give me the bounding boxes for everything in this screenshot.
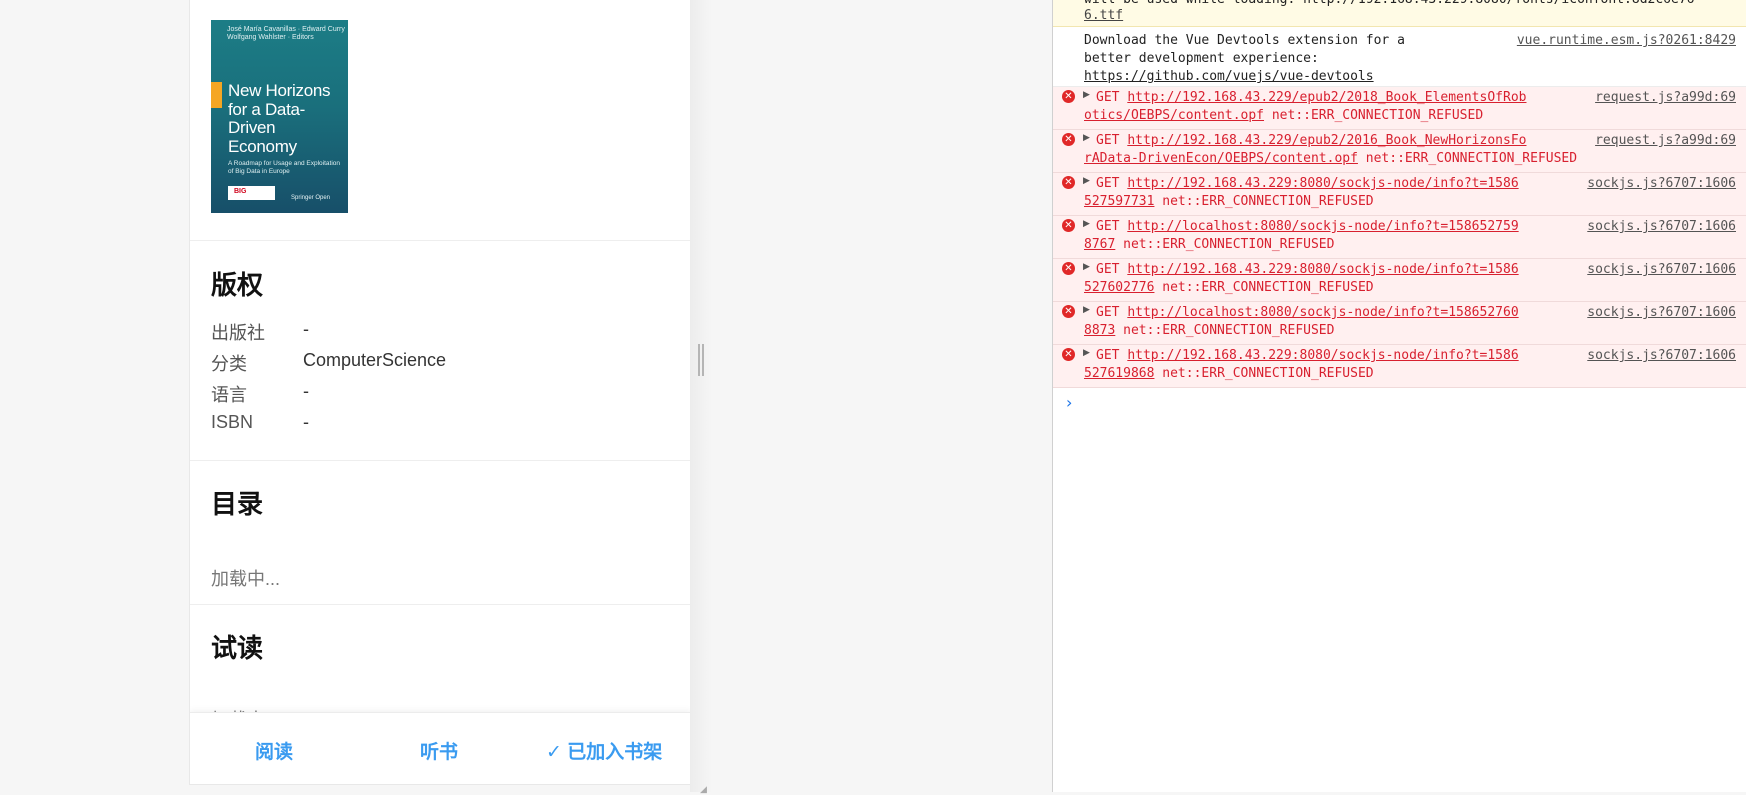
error-icon: ✕: [1062, 348, 1075, 361]
request-url[interactable]: http://192.168.43.229/epub2/2018_Book_El…: [1127, 90, 1526, 105]
warning-line-2[interactable]: 6.ttf: [1084, 7, 1123, 25]
console-source-link[interactable]: sockjs.js?6707:1606: [1587, 218, 1736, 236]
console-error-row[interactable]: ✕ ▶ GET http://192.168.43.229:8080/sockjs-…: [1053, 173, 1746, 216]
expand-triangle-icon[interactable]: ▶: [1083, 133, 1090, 143]
book-cover-image[interactable]: José María Cavanillas · Edward Curry Wol…: [211, 20, 348, 213]
console-error-row[interactable]: ✕ ▶ GET http://192.168.43.229/epub2/2018_B…: [1053, 87, 1746, 130]
console-error-row[interactable]: ✕ ▶ GET http://192.168.43.229:8080/sockjs-…: [1053, 345, 1746, 388]
error-message: net::ERR_CONNECTION_REFUSED: [1162, 280, 1374, 295]
error-message: net::ERR_CONNECTION_REFUSED: [1271, 108, 1484, 123]
request-url[interactable]: http://192.168.43.229:8080/sockjs-node/i…: [1127, 176, 1518, 191]
request-url-continued[interactable]: 8873: [1084, 323, 1115, 338]
cover-publisher: Springer Open: [291, 195, 331, 201]
request-url-continued[interactable]: 527619868: [1084, 366, 1154, 381]
meta-label-publisher: 出版社: [211, 323, 265, 343]
meta-value-publisher: -: [303, 319, 309, 339]
devtools-line-2: better development experience:: [1084, 51, 1319, 66]
console-warning-row: will be used while loading: http://192.1…: [1053, 0, 1746, 27]
error-message: net::ERR_CONNECTION_REFUSED: [1162, 366, 1374, 381]
cover-subtitle: A Roadmap for Usage and Exploitation of …: [228, 160, 341, 175]
request-method: GET: [1096, 176, 1120, 191]
request-url-continued[interactable]: otics/OEBPS/content.opf: [1084, 108, 1264, 123]
read-button[interactable]: 阅读: [255, 737, 293, 764]
added-to-shelf-button[interactable]: ✓ 已加入书架: [546, 737, 662, 764]
console-error-row[interactable]: ✕ ▶ GET http://192.168.43.229/epub2/2016_B…: [1053, 130, 1746, 173]
request-method: GET: [1096, 219, 1120, 234]
error-icon: ✕: [1062, 262, 1075, 275]
request-url[interactable]: http://localhost:8080/sockjs-node/info?t…: [1127, 219, 1518, 234]
meta-value-language: -: [303, 381, 309, 401]
expand-triangle-icon[interactable]: ▶: [1083, 305, 1090, 315]
page-edge-shadow: [690, 0, 712, 792]
check-icon: ✓: [546, 742, 562, 763]
console-error-row[interactable]: ✕ ▶ GET http://localhost:8080/sockjs-node/…: [1053, 302, 1746, 345]
added-to-shelf-label: 已加入书架: [567, 742, 663, 763]
meta-label-language: 语言: [211, 385, 247, 405]
expand-triangle-icon[interactable]: ▶: [1083, 262, 1090, 272]
error-message: net::ERR_CONNECTION_REFUSED: [1123, 237, 1335, 252]
error-icon: ✕: [1062, 305, 1075, 318]
console-source-link[interactable]: sockjs.js?6707:1606: [1587, 175, 1736, 193]
request-url[interactable]: http://192.168.43.229:8080/sockjs-node/i…: [1127, 348, 1518, 363]
console-error-row[interactable]: ✕ ▶ GET http://localhost:8080/sockjs-node/…: [1053, 216, 1746, 259]
meta-value-category: ComputerScience: [303, 350, 447, 370]
console-source-link[interactable]: sockjs.js?6707:1606: [1587, 347, 1736, 365]
console-source-link[interactable]: sockjs.js?6707:1606: [1587, 261, 1736, 279]
console-source-link[interactable]: request.js?a99d:69: [1595, 132, 1736, 150]
expand-triangle-icon[interactable]: ▶: [1083, 219, 1090, 229]
error-message: net::ERR_CONNECTION_REFUSED: [1365, 151, 1578, 166]
section-divider: [190, 460, 691, 461]
error-icon: ✕: [1062, 219, 1075, 232]
bottom-action-bar: 阅读 听书 ✓ 已加入书架: [190, 712, 691, 784]
request-url-continued[interactable]: rAData-DrivenEcon/OEBPS/content.opf: [1084, 151, 1358, 166]
error-icon: ✕: [1062, 133, 1075, 146]
request-method: GET: [1096, 348, 1120, 363]
console-prompt-icon[interactable]: ›: [1066, 393, 1072, 412]
console-info-row: Download the Vue Devtools extension for …: [1053, 27, 1746, 87]
console-source-link[interactable]: vue.runtime.esm.js?0261:8429: [1517, 32, 1736, 50]
cover-title: New Horizons for a Data-Driven Economy: [228, 81, 331, 156]
devtools-console: will be used while loading: http://192.1…: [1052, 0, 1746, 792]
error-message: net::ERR_CONNECTION_REFUSED: [1162, 194, 1374, 209]
error-icon: ✕: [1062, 90, 1075, 103]
book-detail-page: José María Cavanillas · Edward Curry Wol…: [189, 0, 692, 785]
request-url[interactable]: http://192.168.43.229/epub2/2016_Book_Ne…: [1127, 133, 1526, 148]
devtools-line-1: Download the Vue Devtools extension for …: [1084, 33, 1405, 48]
resize-handle[interactable]: [698, 344, 706, 376]
meta-value-isbn: -: [303, 412, 309, 432]
console-source-link[interactable]: sockjs.js?6707:1606: [1587, 304, 1736, 322]
cover-authors: José María Cavanillas · Edward Curry Wol…: [227, 26, 345, 41]
trial-heading: 试读: [211, 633, 264, 663]
request-url[interactable]: http://192.168.43.229:8080/sockjs-node/i…: [1127, 262, 1518, 277]
error-message: net::ERR_CONNECTION_REFUSED: [1123, 323, 1335, 338]
request-url-continued[interactable]: 527597731: [1084, 194, 1154, 209]
meta-label-category: 分类: [211, 354, 247, 374]
cover-logo: BIG: [234, 188, 247, 195]
request-url-continued[interactable]: 527602776: [1084, 280, 1154, 295]
request-method: GET: [1096, 90, 1120, 105]
expand-triangle-icon[interactable]: ▶: [1083, 90, 1090, 100]
warning-line-1: will be used while loading: http://192.1…: [1084, 0, 1694, 9]
error-icon: ✕: [1062, 176, 1075, 189]
copyright-heading: 版权: [211, 270, 264, 300]
request-method: GET: [1096, 305, 1120, 320]
listen-button[interactable]: 听书: [420, 737, 458, 764]
devtools-link[interactable]: https://github.com/vuejs/vue-devtools: [1084, 68, 1374, 86]
cover-accent-stripe: [211, 82, 222, 108]
section-divider: [190, 240, 691, 241]
toc-loading: 加载中...: [211, 569, 281, 589]
resize-corner-icon[interactable]: ◢: [700, 784, 707, 795]
toc-heading: 目录: [211, 489, 264, 519]
console-error-row[interactable]: ✕ ▶ GET http://192.168.43.229:8080/sockjs-…: [1053, 259, 1746, 302]
request-url-continued[interactable]: 8767: [1084, 237, 1115, 252]
expand-triangle-icon[interactable]: ▶: [1083, 348, 1090, 358]
meta-label-isbn: ISBN: [211, 412, 254, 432]
request-method: GET: [1096, 133, 1120, 148]
expand-triangle-icon[interactable]: ▶: [1083, 176, 1090, 186]
request-method: GET: [1096, 262, 1120, 277]
request-url[interactable]: http://localhost:8080/sockjs-node/info?t…: [1127, 305, 1518, 320]
section-divider: [190, 604, 691, 605]
console-source-link[interactable]: request.js?a99d:69: [1595, 89, 1736, 107]
